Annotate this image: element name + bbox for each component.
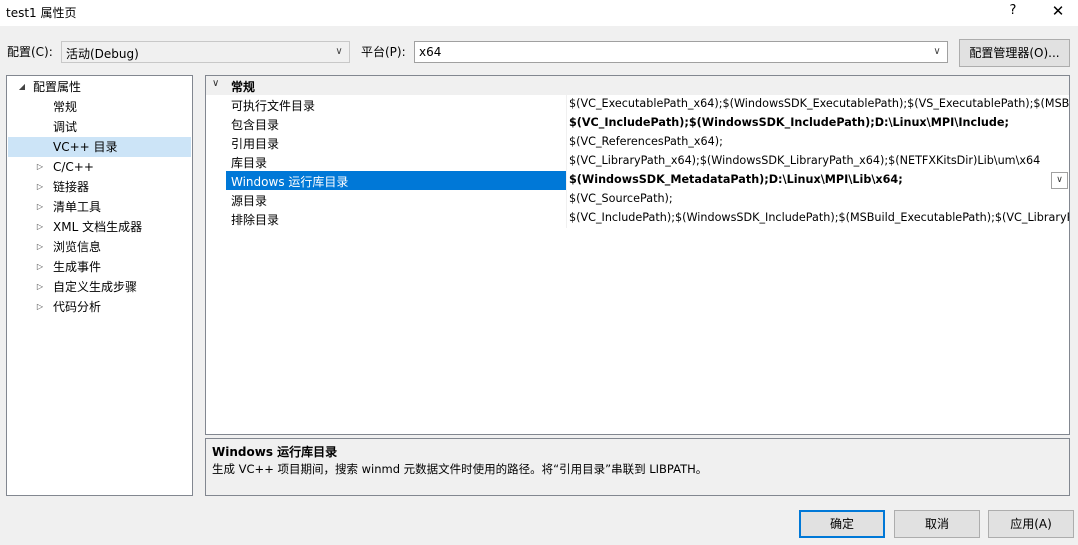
grid-row[interactable]: 源目录 $(VC_SourcePath); xyxy=(206,190,1069,209)
triangle-collapsed-icon[interactable]: ▷ xyxy=(34,297,46,317)
tree-node-label: C/C++ xyxy=(53,160,94,174)
property-grid[interactable]: ∨ 常规 可执行文件目录 $(VC_ExecutablePath_x64);$(W… xyxy=(205,75,1070,435)
cancel-button[interactable]: 取消 xyxy=(894,510,980,538)
description-panel: Windows 运行库目录 生成 VC++ 项目期间，搜索 winmd 元数据文… xyxy=(205,438,1070,496)
tree-node-label: 自定义生成步骤 xyxy=(53,280,138,294)
column-divider[interactable] xyxy=(566,209,567,228)
help-button[interactable]: ? xyxy=(996,0,1030,24)
triangle-collapsed-icon[interactable]: ▷ xyxy=(34,237,46,257)
tree-node[interactable]: ▷ 代码分析 xyxy=(8,297,191,317)
property-name: 可执行文件目录 xyxy=(231,99,316,113)
column-divider[interactable] xyxy=(566,171,567,190)
grid-category-label: 常规 xyxy=(231,80,256,94)
property-value[interactable]: $(VC_IncludePath);$(WindowsSDK_IncludePa… xyxy=(569,116,1009,129)
config-value: 活动(Debug) xyxy=(66,47,139,61)
tree-node-root[interactable]: ◢ 配置属性 xyxy=(7,77,192,97)
tree-node[interactable]: 常规 xyxy=(8,97,191,117)
tree-node[interactable]: ▷ 自定义生成步骤 xyxy=(8,277,191,297)
tree-node-label: 链接器 xyxy=(53,180,90,194)
grid-row[interactable]: Windows 运行库目录 $(WindowsSDK_MetadataPath);… xyxy=(206,171,1069,190)
apply-button[interactable]: 应用(A) xyxy=(988,510,1074,538)
grid-row[interactable]: 可执行文件目录 $(VC_ExecutablePath_x64);$(Window… xyxy=(206,95,1069,114)
platform-value: x64 xyxy=(419,45,442,59)
close-button[interactable]: ✕ xyxy=(1040,0,1076,24)
tree-node[interactable]: VC++ 目录 xyxy=(8,137,191,157)
property-value[interactable]: $(VC_SourcePath); xyxy=(569,192,673,205)
property-name: Windows 运行库目录 xyxy=(231,175,349,189)
chevron-down-icon[interactable]: ∨ xyxy=(212,78,219,89)
property-name: 排除目录 xyxy=(231,213,280,227)
tree-node-label: 浏览信息 xyxy=(53,240,102,254)
config-label: 配置(C): xyxy=(7,45,53,59)
tree-node[interactable]: ▷ 清单工具 xyxy=(8,197,191,217)
tree-node[interactable]: ▷ 浏览信息 xyxy=(8,237,191,257)
chevron-down-icon: ∨ xyxy=(335,46,343,57)
tree-node[interactable]: ▷ 链接器 xyxy=(8,177,191,197)
window-title: test1 属性页 xyxy=(6,6,77,20)
property-name: 源目录 xyxy=(231,194,268,208)
tree-node-label: 调试 xyxy=(53,120,78,134)
chevron-down-icon[interactable]: ∨ xyxy=(1051,172,1068,189)
column-divider[interactable] xyxy=(566,114,567,133)
triangle-collapsed-icon[interactable]: ▷ xyxy=(34,277,46,297)
grid-row[interactable]: 包含目录 $(VC_IncludePath);$(WindowsSDK_Inclu… xyxy=(206,114,1069,133)
tree-node-label: 配置属性 xyxy=(33,80,82,94)
tree-node-label: 生成事件 xyxy=(53,260,102,274)
property-name: 引用目录 xyxy=(231,137,280,151)
column-divider[interactable] xyxy=(566,95,567,114)
tree-node[interactable]: ▷ C/C++ xyxy=(8,157,191,177)
tree-node-label: 代码分析 xyxy=(53,300,102,314)
description-text: 生成 VC++ 项目期间，搜索 winmd 元数据文件时使用的路径。将“引用目录… xyxy=(212,462,708,476)
title-bar: test1 属性页 ? ✕ xyxy=(0,0,1078,26)
triangle-collapsed-icon[interactable]: ▷ xyxy=(34,217,46,237)
description-title: Windows 运行库目录 xyxy=(212,445,338,459)
column-divider[interactable] xyxy=(566,152,567,171)
column-divider[interactable] xyxy=(566,190,567,209)
config-manager-button[interactable]: 配置管理器(O)... xyxy=(959,39,1070,67)
property-value[interactable]: $(VC_ExecutablePath_x64);$(WindowsSDK_Ex… xyxy=(569,97,1069,110)
property-value[interactable]: $(VC_ReferencesPath_x64); xyxy=(569,135,723,148)
property-tree[interactable]: ◢ 配置属性 常规调试 VC++ 目录 ▷ C/C++ ▷ 链接器 ▷ 清单工具 ▷ XML 文档… xyxy=(6,75,193,496)
property-name: 库目录 xyxy=(231,156,268,170)
triangle-collapsed-icon[interactable]: ▷ xyxy=(34,197,46,217)
chevron-down-icon: ∨ xyxy=(933,46,941,57)
triangle-collapsed-icon[interactable]: ▷ xyxy=(34,157,46,177)
triangle-collapsed-icon[interactable]: ▷ xyxy=(34,177,46,197)
tree-node-label: VC++ 目录 xyxy=(53,140,118,154)
grid-row[interactable]: 排除目录 $(VC_IncludePath);$(WindowsSDK_Inclu… xyxy=(206,209,1069,228)
config-combobox[interactable]: 活动(Debug) ∨ xyxy=(61,41,350,63)
grid-row[interactable]: 库目录 $(VC_LibraryPath_x64);$(WindowsSDK_Li… xyxy=(206,152,1069,171)
property-value[interactable]: $(WindowsSDK_MetadataPath);D:\Linux\MPI\… xyxy=(569,173,903,186)
property-value[interactable]: $(VC_IncludePath);$(WindowsSDK_IncludePa… xyxy=(569,211,1069,224)
property-value[interactable]: $(VC_LibraryPath_x64);$(WindowsSDK_Libra… xyxy=(569,154,1040,167)
tree-node-label: 清单工具 xyxy=(53,200,102,214)
ok-button[interactable]: 确定 xyxy=(799,510,885,538)
triangle-expanded-icon[interactable]: ◢ xyxy=(16,77,28,97)
tree-node[interactable]: ▷ 生成事件 xyxy=(8,257,191,277)
tree-node[interactable]: 调试 xyxy=(8,117,191,137)
grid-row[interactable]: 引用目录 $(VC_ReferencesPath_x64); xyxy=(206,133,1069,152)
tree-node[interactable]: ▷ XML 文档生成器 xyxy=(8,217,191,237)
platform-combobox[interactable]: x64 ∨ xyxy=(414,41,948,63)
tree-node-label: 常规 xyxy=(53,100,78,114)
platform-label: 平台(P): xyxy=(361,45,406,59)
column-divider[interactable] xyxy=(566,133,567,152)
grid-category-row[interactable]: ∨ 常规 xyxy=(206,76,1069,95)
triangle-collapsed-icon[interactable]: ▷ xyxy=(34,257,46,277)
tree-node-label: XML 文档生成器 xyxy=(53,220,143,234)
property-name: 包含目录 xyxy=(231,118,280,132)
